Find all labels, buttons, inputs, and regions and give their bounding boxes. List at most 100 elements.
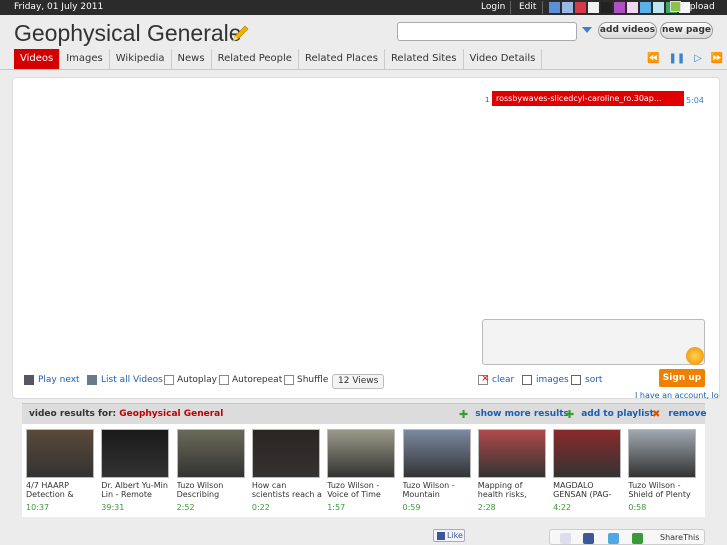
- video-title[interactable]: How can scientists reach a: [252, 481, 323, 500]
- upload-label: upload: [684, 1, 715, 12]
- clear-button[interactable]: × clear: [478, 373, 514, 385]
- video-thumbnail[interactable]: [176, 429, 245, 478]
- search-input[interactable]: [397, 22, 577, 41]
- share-icon[interactable]: [632, 533, 643, 544]
- chat-icon[interactable]: [686, 347, 704, 365]
- shuffle-checkbox[interactable]: Shuffle: [284, 375, 328, 385]
- video-thumbnail[interactable]: [628, 429, 697, 478]
- video-duration: 2:28: [477, 503, 496, 512]
- color-swatch[interactable]: [549, 2, 560, 13]
- tab-images[interactable]: Images: [60, 49, 110, 69]
- video-title[interactable]: Mapping of health risks,: [478, 481, 549, 500]
- color-swatch[interactable]: [562, 2, 573, 13]
- video-thumbnail[interactable]: [553, 429, 622, 478]
- video-title[interactable]: Dr. Albert Yu-Min Lin - Remote: [101, 481, 172, 500]
- color-swatch[interactable]: [575, 2, 586, 13]
- add-to-playlist-button[interactable]: ✚ add to playlist: [565, 407, 654, 421]
- checkbox-icon: [284, 375, 294, 385]
- divider: [0, 69, 727, 70]
- autorepeat-checkbox[interactable]: Autorepeat: [219, 375, 282, 385]
- sign-up-button[interactable]: Sign up: [659, 369, 705, 387]
- play-icon[interactable]: ▷: [694, 54, 702, 64]
- color-swatch[interactable]: [588, 2, 599, 13]
- video-thumbnail[interactable]: [402, 429, 471, 478]
- video-title[interactable]: Tuzo Wilson - Voice of Time: [327, 481, 398, 500]
- upload-button[interactable]: upload: [670, 1, 715, 12]
- video-thumbnail[interactable]: [251, 429, 320, 478]
- upload-icon: [670, 1, 681, 12]
- video-result-item[interactable]: Dr. Albert Yu-Min Lin - Remote 39:31: [101, 429, 172, 512]
- results-label: video results for: Geophysical General: [29, 409, 223, 419]
- remove-button[interactable]: ✖ remove: [652, 409, 706, 419]
- list-all-videos-control[interactable]: List all Videos: [87, 375, 163, 385]
- video-result-item[interactable]: Tuzo Wilson - Mountain 0:59: [402, 429, 474, 512]
- video-thumbnail[interactable]: [327, 429, 396, 478]
- twitter-icon[interactable]: [608, 533, 619, 544]
- comment-box[interactable]: [482, 319, 705, 365]
- rewind-icon[interactable]: ⏪: [647, 54, 659, 64]
- video-title[interactable]: Tuzo Wilson - Mountain: [403, 481, 474, 500]
- autoplay-checkbox[interactable]: Autoplay: [164, 375, 217, 385]
- results-label-text: video results for:: [29, 409, 117, 419]
- video-result-item[interactable]: Mapping of health risks, 2:28: [477, 429, 549, 512]
- login-link[interactable]: Login: [481, 2, 505, 12]
- play-next-control[interactable]: Play next: [24, 375, 80, 385]
- login-account-link[interactable]: I have an account, lo: [635, 391, 719, 400]
- add-videos-button[interactable]: add videos: [598, 22, 657, 39]
- facebook-like-button[interactable]: Like: [433, 529, 465, 542]
- video-thumbnail[interactable]: [26, 429, 94, 478]
- sort-button[interactable]: sort: [571, 375, 602, 385]
- video-title[interactable]: Tuzo Wilson - Shield of Plenty: [628, 481, 699, 500]
- page-title: Geophysical Generale: [14, 20, 242, 46]
- divider: [542, 1, 543, 14]
- new-page-button[interactable]: new page: [660, 22, 713, 39]
- play-next-label: Play next: [38, 375, 80, 385]
- tab-related-places[interactable]: Related Places: [298, 49, 385, 69]
- tab-related-people[interactable]: Related People: [211, 49, 299, 69]
- edit-pencil-icon[interactable]: [231, 25, 249, 43]
- tab-videos[interactable]: Videos: [14, 49, 61, 69]
- share-bar: ShareThis: [549, 529, 705, 545]
- sort-icon: [571, 375, 581, 385]
- video-result-item[interactable]: Tuzo Wilson - Shield of Plenty 0:58: [628, 429, 699, 512]
- color-swatch[interactable]: [601, 2, 612, 13]
- plus-icon: ✚: [459, 407, 469, 421]
- video-title[interactable]: MAGDALO GENSAN (PAG-: [553, 481, 624, 500]
- grid-icon: [522, 375, 532, 385]
- clear-icon: ×: [478, 373, 489, 385]
- video-result-item[interactable]: How can scientists reach a 0:22: [251, 429, 323, 512]
- video-duration: 0:59: [402, 503, 421, 512]
- video-result-item[interactable]: Tuzo Wilson - Voice of Time 1:57: [327, 429, 398, 512]
- video-result-item[interactable]: MAGDALO GENSAN (PAG- 4:22: [553, 429, 624, 512]
- show-more-results-button[interactable]: ✚ show more results: [459, 407, 569, 421]
- video-result-item[interactable]: Tuzo Wilson Describing 2:52: [176, 429, 248, 512]
- plus-icon: ✚: [565, 407, 575, 421]
- video-result-item[interactable]: 4/7 HAARP Detection & 10:37: [26, 429, 97, 512]
- color-swatch[interactable]: [653, 2, 664, 13]
- autorepeat-label: Autorepeat: [232, 375, 283, 385]
- show-more-label: show more results: [475, 409, 569, 419]
- tab-wikipedia[interactable]: Wikipedia: [109, 49, 172, 69]
- chevron-down-icon[interactable]: [582, 27, 592, 33]
- edit-link[interactable]: Edit: [519, 2, 536, 12]
- video-title[interactable]: Tuzo Wilson Describing: [177, 481, 248, 500]
- checkbox-icon: [219, 375, 229, 385]
- share-label[interactable]: ShareThis: [660, 533, 699, 542]
- video-title[interactable]: 4/7 HAARP Detection &: [26, 481, 97, 500]
- email-icon[interactable]: [560, 533, 571, 544]
- facebook-icon: [437, 531, 445, 540]
- video-thumbnail[interactable]: [101, 429, 170, 478]
- video-duration: 0:58: [628, 503, 647, 512]
- video-thumbnail[interactable]: [477, 429, 546, 478]
- tab-video-details[interactable]: Video Details: [463, 49, 543, 69]
- facebook-icon[interactable]: [583, 533, 594, 544]
- color-swatch[interactable]: [614, 2, 625, 13]
- playlist-item[interactable]: rossbywaves-slicedcyl-caroline_ro.30ap..…: [492, 91, 684, 106]
- tab-related-sites[interactable]: Related Sites: [384, 49, 464, 69]
- images-button[interactable]: images: [522, 375, 569, 385]
- fast-forward-icon[interactable]: ⏩: [711, 54, 723, 64]
- color-swatch[interactable]: [640, 2, 651, 13]
- pause-icon[interactable]: ❚❚: [668, 54, 685, 64]
- tab-news[interactable]: News: [171, 49, 212, 69]
- color-swatch[interactable]: [627, 2, 638, 13]
